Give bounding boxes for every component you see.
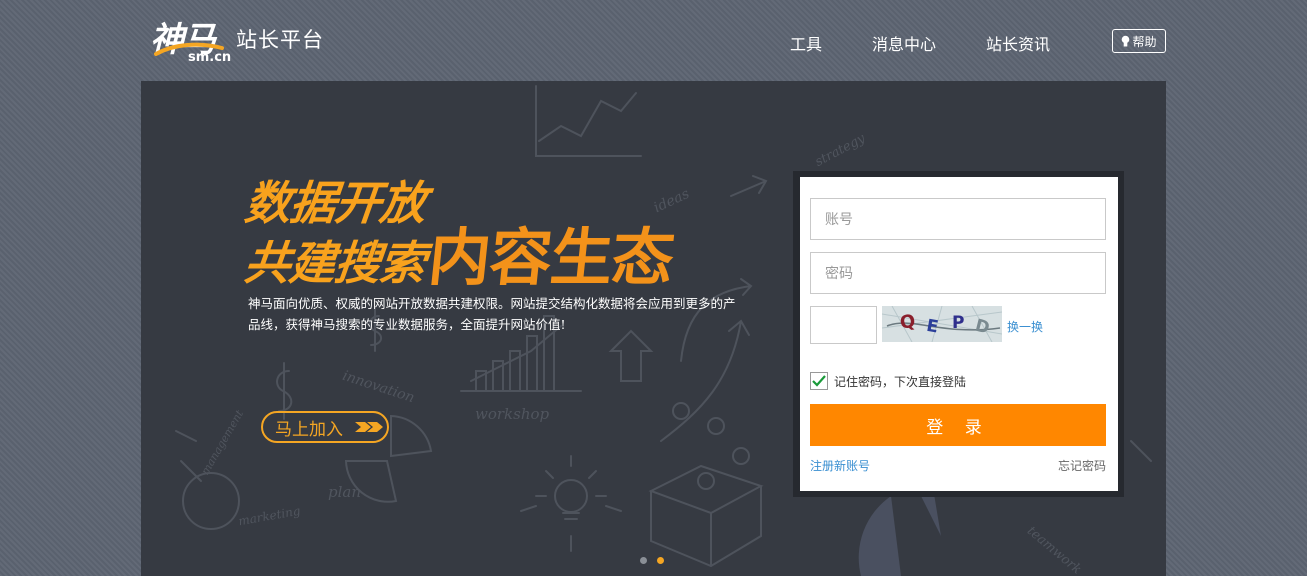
password-input[interactable]: 密码 [810, 252, 1106, 294]
remember-label: 记住密码，下次直接登陆 [834, 374, 967, 389]
remember-checkbox[interactable] [810, 372, 828, 390]
checkmark-icon [812, 375, 826, 387]
logo-domain: sm.cn [188, 50, 232, 65]
captcha-letter-p: P [952, 313, 964, 333]
forgot-password-link[interactable]: 忘记密码 [1058, 457, 1106, 474]
captcha-letter-q: Q [899, 311, 917, 334]
help-button[interactable]: 帮助 [1112, 29, 1166, 53]
join-label: 马上加入 [275, 419, 343, 440]
carousel-dots [640, 557, 664, 564]
headline-highlight: 内容生态 [425, 221, 677, 294]
login-panel: 账号 密码 Q E P D 换一换 记住密码，下次直接登陆 登 录 注册新账号 … [800, 177, 1118, 491]
register-link[interactable]: 注册新账号 [810, 457, 870, 474]
captcha-graphic: Q E P D [882, 306, 1002, 342]
top-header: 神马 sm.cn 站长平台 工具 消息中心 站长资讯 帮助 [0, 0, 1307, 80]
remember-password[interactable]: 记住密码，下次直接登陆 [810, 372, 966, 390]
nav-webmaster-news[interactable]: 站长资讯 [986, 31, 1050, 55]
captcha-input[interactable] [810, 306, 877, 344]
help-label: 帮助 [1132, 34, 1157, 49]
shenma-logo[interactable]: 神马 sm.cn 站长平台 [150, 12, 340, 68]
login-button[interactable]: 登 录 [810, 404, 1106, 446]
carousel-dot-2[interactable] [657, 557, 664, 564]
captcha-image[interactable]: Q E P D [882, 306, 1002, 342]
banner-description: 神马面向优质、权威的网站开放数据共建权限。网站提交结构化数据将会应用到更多的产品… [248, 296, 736, 332]
double-arrow-icon [355, 422, 383, 432]
captcha-refresh-link[interactable]: 换一换 [1007, 318, 1043, 335]
carousel-dot-1[interactable] [640, 557, 647, 564]
account-input[interactable]: 账号 [810, 198, 1106, 240]
doodle-plan: plan [328, 483, 362, 501]
headline-line2: 共建搜索 内容生态 [241, 221, 677, 294]
doodle-workshop: workshop [475, 405, 550, 423]
banner-headline: 数据开放 共建搜索 内容生态 [241, 176, 677, 294]
nav-message-center[interactable]: 消息中心 [872, 31, 936, 55]
platform-title: 站长平台 [236, 28, 324, 52]
join-now-button[interactable]: 马上加入 [261, 411, 389, 443]
nav-tools[interactable]: 工具 [790, 31, 822, 55]
lightbulb-icon [1122, 35, 1130, 46]
headline-line2-text: 共建搜索 [241, 236, 428, 290]
main-nav: 工具 消息中心 站长资讯 [790, 31, 1100, 55]
